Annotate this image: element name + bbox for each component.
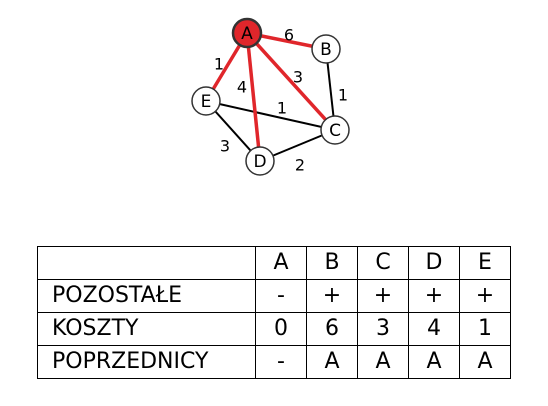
dijkstra-step-figure: 61431132 ABCDE A B C D E POZOSTAŁE - + +… <box>0 0 548 406</box>
edge-e-c <box>205 100 336 131</box>
edge-weight-a-d: 4 <box>237 78 247 97</box>
table-cell: 6 <box>306 312 358 346</box>
table-row: POZOSTAŁE - + + + + <box>37 279 511 313</box>
table-corner-cell <box>37 246 256 280</box>
node-d: D <box>245 146 275 176</box>
table-cell: A <box>459 345 511 379</box>
edge-weight-e-c: 1 <box>277 99 287 118</box>
edge-weight-a-b: 6 <box>284 26 294 45</box>
dijkstra-table: A B C D E POZOSTAŁE - + + + + KOSZTY 0 6… <box>37 246 511 379</box>
table-cell: + <box>306 279 358 313</box>
table-header-row: A B C D E <box>37 246 511 280</box>
edge-weight-b-c: 1 <box>338 86 348 105</box>
table-cell: A <box>306 345 358 379</box>
weighted-graph: 61431132 ABCDE <box>191 17 350 176</box>
table-cell: A <box>408 345 460 379</box>
row-label: POZOSTAŁE <box>37 279 256 313</box>
table-cell: + <box>408 279 460 313</box>
row-label: POPRZEDNICY <box>37 345 256 379</box>
node-label: A <box>241 24 253 44</box>
column-header: C <box>357 246 409 280</box>
node-e: E <box>191 86 221 116</box>
edge-weight-e-d: 3 <box>220 137 230 156</box>
table-cell: A <box>357 345 409 379</box>
node-label: C <box>329 121 341 141</box>
node-label: E <box>201 92 212 112</box>
table-cell: + <box>357 279 409 313</box>
column-header: E <box>459 246 511 280</box>
column-header: D <box>408 246 460 280</box>
node-c: C <box>320 115 350 145</box>
graph-nodes: A B C D E <box>191 17 350 176</box>
table-cell: 0 <box>255 312 307 346</box>
edge-weight-a-e: 1 <box>214 55 224 74</box>
edge-a-d <box>245 32 262 162</box>
table-cell: 1 <box>459 312 511 346</box>
table-cell: 3 <box>357 312 409 346</box>
column-header: B <box>306 246 358 280</box>
column-header: A <box>255 246 307 280</box>
row-label: KOSZTY <box>37 312 256 346</box>
node-label: B <box>320 40 332 60</box>
edge-weight-d-c: 2 <box>295 156 305 175</box>
table-cell: - <box>255 345 307 379</box>
table-cell: 4 <box>408 312 460 346</box>
table-cell: - <box>255 279 307 313</box>
table-row: KOSZTY 0 6 3 4 1 <box>37 312 511 346</box>
node-b: B <box>311 34 341 64</box>
edge-weight-a-c: 3 <box>293 68 303 87</box>
node-label: D <box>253 152 266 172</box>
table-cell: + <box>459 279 511 313</box>
table-row: POPRZEDNICY - A A A A <box>37 345 511 379</box>
node-a: A <box>231 17 263 49</box>
